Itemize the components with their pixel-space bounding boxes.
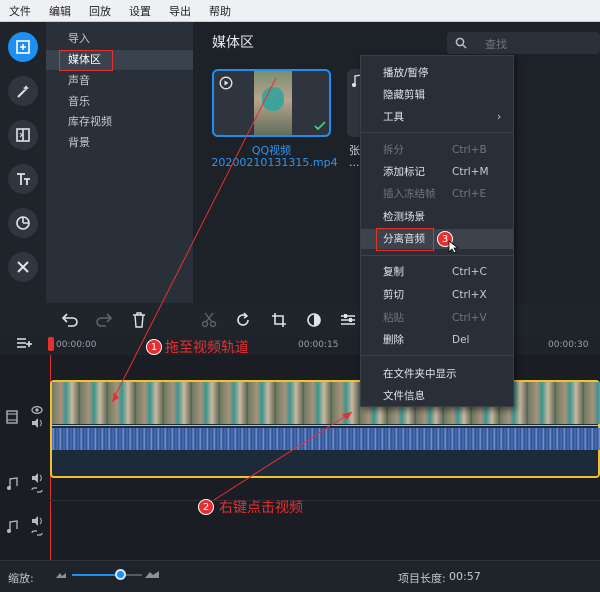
menu-item-detect-scenes[interactable]: 检测场景 (361, 207, 513, 227)
menu-item-hide-clip[interactable]: 隐藏剪辑 (361, 85, 513, 105)
annotation-step-2-text: 右键点击视频 (219, 500, 303, 516)
menu-separator (361, 132, 513, 133)
rightclick-arrow-head (342, 412, 352, 420)
menu-item-freeze-frame[interactable]: 插入冻结帧 Ctrl+E (361, 184, 513, 204)
menu-separator-2 (361, 255, 513, 256)
annotation-step-2-badge: 2 (198, 499, 214, 515)
menu-item-add-marker[interactable]: 添加标记 Ctrl+M (361, 162, 513, 182)
submenu-arrow-icon: › (497, 111, 502, 123)
menu-item-tools[interactable]: 工具 › (361, 107, 513, 127)
menu-item-copy[interactable]: 复制 Ctrl+C (361, 262, 513, 282)
context-menu: 播放/暂停 隐藏剪辑 工具 › 拆分 Ctrl+B 添加标记 Ctrl+M 插入冻结帧… (360, 55, 514, 407)
annotation-step-1-text: 拖至视频轨道 (165, 340, 249, 356)
drag-arrow-head (112, 392, 119, 402)
menu-item-delete[interactable]: 删除 Del (361, 330, 513, 350)
menu-item-file-info[interactable]: 文件信息 (361, 386, 513, 406)
menu-item-show-in-folder[interactable]: 在文件夹中显示 (361, 364, 513, 384)
menu-item-split[interactable]: 拆分 Ctrl+B (361, 140, 513, 160)
menu-item-cut[interactable]: 剪切 Ctrl+X (361, 285, 513, 305)
annotation-step-1-badge: 1 (146, 339, 162, 355)
detach-audio-highlight-box (376, 228, 434, 251)
mouse-cursor-icon (448, 240, 458, 254)
menu-item-play-pause[interactable]: 播放/暂停 (361, 63, 513, 83)
rightclick-arrow-line (213, 411, 353, 501)
menu-separator-3 (361, 355, 513, 356)
menu-item-paste[interactable]: 粘贴 Ctrl+V (361, 308, 513, 328)
